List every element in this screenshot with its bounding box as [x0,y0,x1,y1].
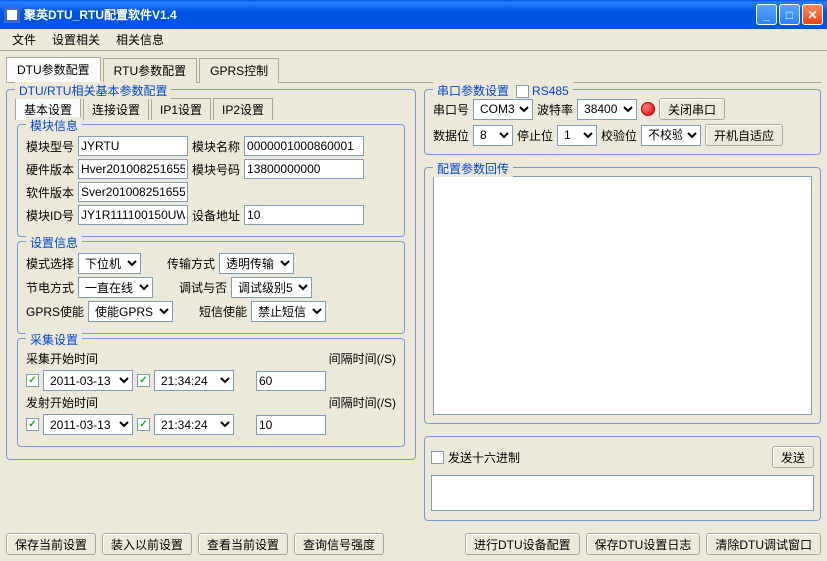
sms-select[interactable]: 禁止短信 [251,301,326,322]
close-port-button[interactable]: 关闭串口 [659,98,725,120]
date2-checkbox[interactable]: ✓ [26,418,39,431]
group-setting-info: 设置信息 模式选择 下位机 传输方式 透明传输 节电方式 一直在线 调试与否 调… [17,241,405,334]
tab-rtu[interactable]: RTU参数配置 [103,58,197,83]
model-label: 模块型号 [26,138,74,155]
save-current-button[interactable]: 保存当前设置 [6,533,96,555]
power-select[interactable]: 一直在线 [78,277,153,298]
port-select[interactable]: COM3 [473,99,533,120]
group-send: 发送十六进制 发送 [424,436,821,521]
menu-about[interactable]: 相关信息 [108,29,172,50]
time1-checkbox[interactable]: ✓ [137,374,150,387]
date1-select[interactable]: 2011-03-13 [43,370,133,391]
interval2-input[interactable] [256,415,326,435]
debug-select[interactable]: 调试级别5 [231,277,312,298]
group-serial: 串口参数设置 RS485 串口号 COM3 波特率 38400 关闭串口 数据位… [424,89,821,155]
group-module-info: 模块信息 模块型号 模块名称 硬件版本 模块号码 软件版本 [17,124,405,237]
serial-legend: 串口参数设置 RS485 [433,82,573,99]
interval2-label: 间隔时间(/S) [329,394,396,411]
gprs-select[interactable]: 使能GPRS [88,301,173,322]
time1-select[interactable]: 21:34:24 [154,370,234,391]
date1-checkbox[interactable]: ✓ [26,374,39,387]
debug-label: 调试与否 [179,279,227,296]
hw-input[interactable] [78,159,188,179]
close-button[interactable]: ✕ [802,4,823,25]
collect-start-label: 采集开始时间 [26,350,98,367]
time2-checkbox[interactable]: ✓ [137,418,150,431]
phone-label: 模块号码 [192,161,240,178]
auto-adapt-button[interactable]: 开机自适应 [705,124,783,146]
port-label: 串口号 [433,101,469,118]
load-prev-button[interactable]: 装入以前设置 [102,533,192,555]
trans-select[interactable]: 透明传输 [219,253,294,274]
group-basic-legend: DTU/RTU相关基本参数配置 [15,82,171,99]
sms-label: 短信使能 [199,303,247,320]
feedback-textarea[interactable] [433,176,812,415]
addr-label: 设备地址 [192,207,240,224]
time2-select[interactable]: 21:34:24 [154,414,234,435]
do-config-button[interactable]: 进行DTU设备配置 [465,533,580,555]
sw-input[interactable] [78,182,188,202]
setting-info-legend: 设置信息 [26,234,82,251]
rs485-checkbox[interactable] [516,85,529,98]
parity-label: 校验位 [601,127,637,144]
id-label: 模块ID号 [26,207,74,224]
trans-label: 传输方式 [167,255,215,272]
subtab-ip1[interactable]: IP1设置 [151,98,211,120]
minimize-button[interactable]: _ [756,4,777,25]
hw-label: 硬件版本 [26,161,74,178]
save-log-button[interactable]: 保存DTU设置日志 [586,533,701,555]
hex-checkbox[interactable] [431,451,444,464]
view-current-button[interactable]: 查看当前设置 [198,533,288,555]
databits-select[interactable]: 8 [473,125,513,146]
baud-label: 波特率 [537,101,573,118]
group-collect: 采集设置 采集开始时间 间隔时间(/S) ✓ 2011-03-13 ✓ 21:3… [17,338,405,447]
baud-select[interactable]: 38400 [577,99,637,120]
send-button[interactable]: 发送 [772,446,814,468]
sw-label: 软件版本 [26,184,74,201]
interval1-label: 间隔时间(/S) [329,350,396,367]
group-feedback: 配置参数回传 [424,167,821,424]
emit-start-label: 发射开始时间 [26,394,98,411]
menu-settings[interactable]: 设置相关 [44,29,108,50]
rs485-label: RS485 [532,84,569,98]
app-icon [4,7,20,23]
databits-label: 数据位 [433,127,469,144]
addr-input[interactable] [244,205,364,225]
query-signal-button[interactable]: 查询信号强度 [294,533,384,555]
maximize-button[interactable]: □ [779,4,800,25]
phone-input[interactable] [244,159,364,179]
stopbits-select[interactable]: 1 [557,125,597,146]
clear-debug-button[interactable]: 清除DTU调试窗口 [706,533,821,555]
module-info-legend: 模块信息 [26,117,82,134]
mode-label: 模式选择 [26,255,74,272]
gprs-label: GPRS使能 [26,303,84,320]
date2-select[interactable]: 2011-03-13 [43,414,133,435]
interval1-input[interactable] [256,371,326,391]
id-input[interactable] [78,205,188,225]
menu-file[interactable]: 文件 [4,29,44,50]
feedback-legend: 配置参数回传 [433,160,513,177]
subtab-ip2[interactable]: IP2设置 [213,98,273,120]
send-textarea[interactable] [431,475,814,511]
subtab-conn[interactable]: 连接设置 [83,98,149,120]
name-input[interactable] [244,136,364,156]
tab-dtu[interactable]: DTU参数配置 [6,57,101,82]
main-tabs: DTU参数配置 RTU参数配置 GPRS控制 [6,57,821,83]
group-basic-params: DTU/RTU相关基本参数配置 基本设置 连接设置 IP1设置 IP2设置 模块… [6,89,416,460]
name-label: 模块名称 [192,138,240,155]
hex-label: 发送十六进制 [448,449,520,466]
mode-select[interactable]: 下位机 [78,253,141,274]
stopbits-label: 停止位 [517,127,553,144]
parity-select[interactable]: 不校验 [641,125,701,146]
menubar: 文件 设置相关 相关信息 [0,29,827,51]
model-input[interactable] [78,136,188,156]
tab-gprs[interactable]: GPRS控制 [199,58,279,83]
collect-legend: 采集设置 [26,331,82,348]
status-indicator-icon [641,102,655,116]
power-label: 节电方式 [26,279,74,296]
window-title: 聚英DTU_RTU配置软件V1.4 [24,6,756,23]
